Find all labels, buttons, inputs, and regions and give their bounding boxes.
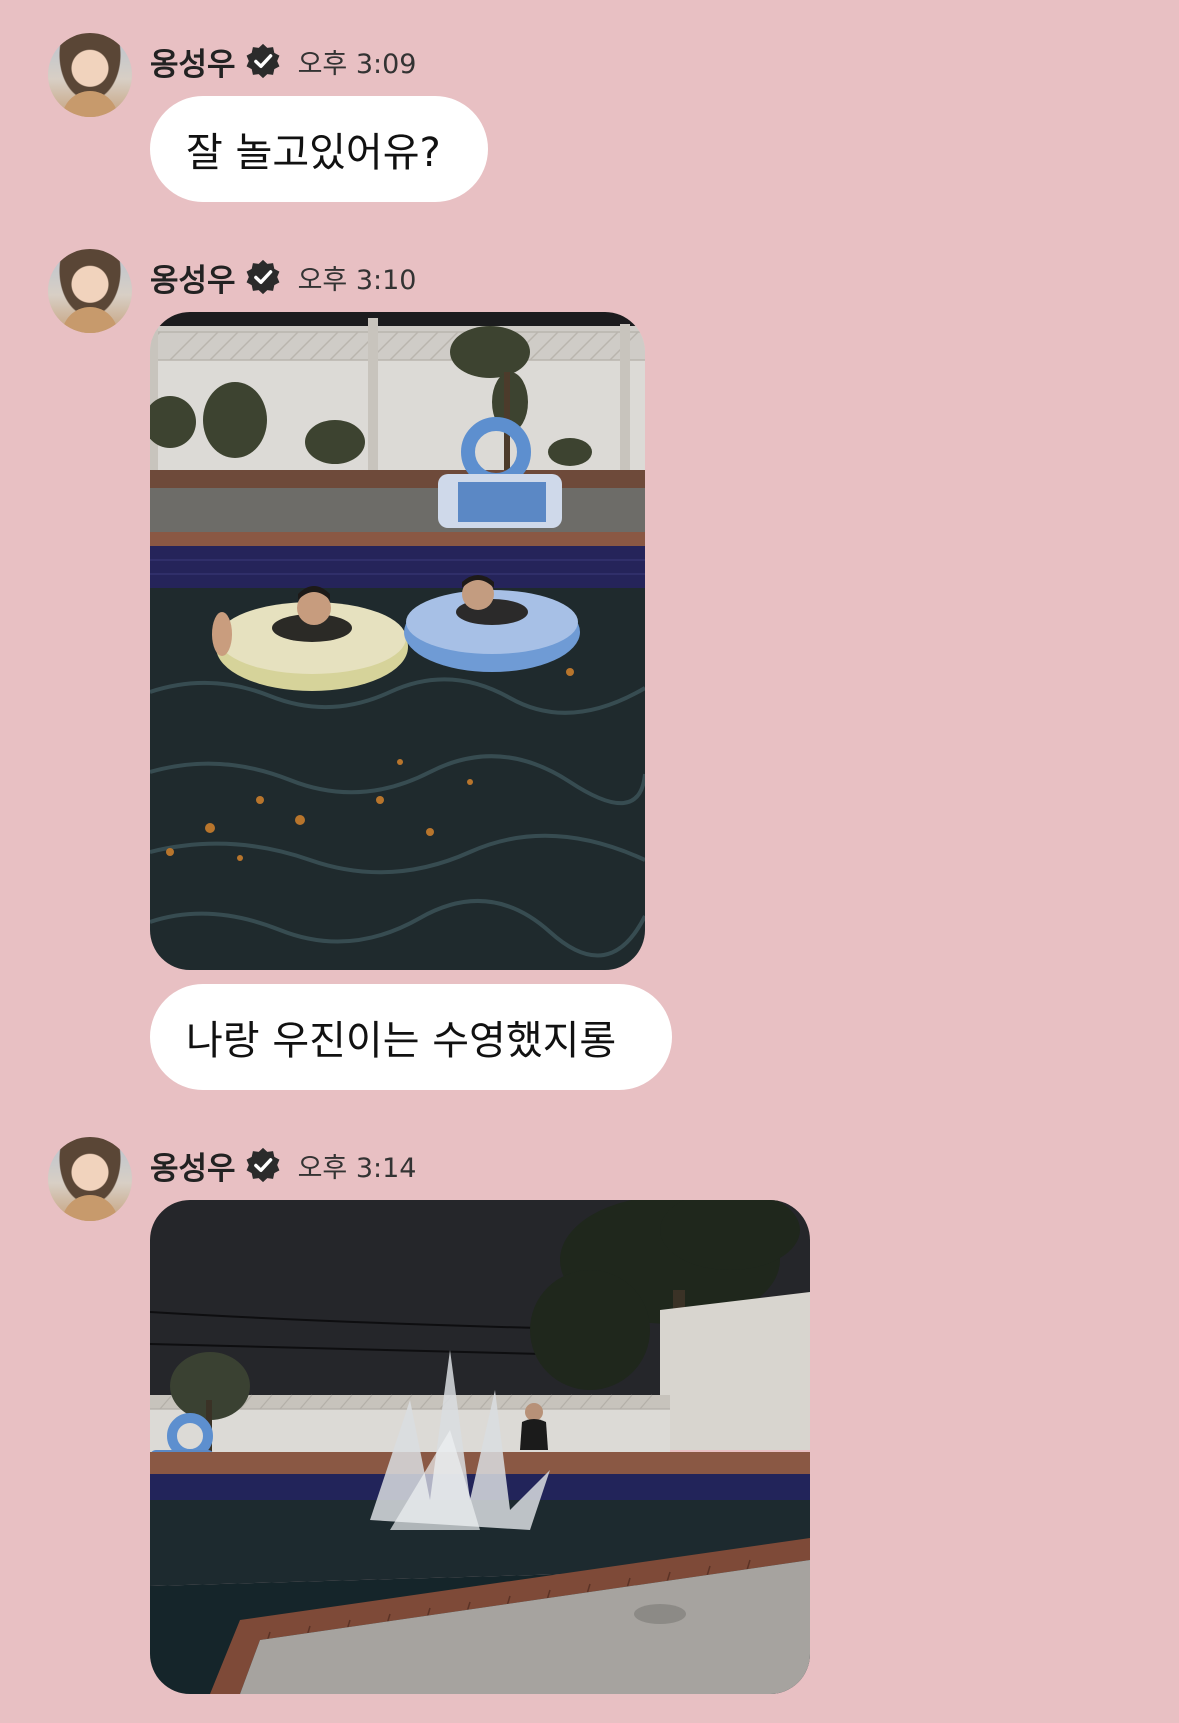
- message-bubble[interactable]: 나랑 우진이는 수영했지롱: [150, 984, 672, 1090]
- message-header: 옹성우 오후 3:10: [150, 251, 416, 303]
- photo-pool-floats[interactable]: [150, 312, 645, 970]
- sender-avatar[interactable]: [48, 249, 132, 333]
- sender-name[interactable]: 옹성우: [150, 255, 236, 300]
- verified-badge-icon: [246, 1147, 279, 1183]
- sender-name[interactable]: 옹성우: [150, 1143, 236, 1188]
- photo-pool-splash[interactable]: [150, 1200, 810, 1694]
- sender-name[interactable]: 옹성우: [150, 39, 236, 84]
- message-bubble[interactable]: 잘 놀고있어유?: [150, 96, 488, 202]
- message-time: 오후 3:14: [297, 1152, 417, 1184]
- message-header: 옹성우 오후 3:14: [150, 1139, 416, 1191]
- sender-avatar[interactable]: [48, 33, 132, 117]
- message-header: 옹성우 오후 3:09: [150, 35, 416, 87]
- verified-badge-icon: [246, 43, 279, 79]
- verified-badge-icon: [246, 259, 279, 295]
- message-time: 오후 3:10: [297, 264, 417, 296]
- message-time: 오후 3:09: [297, 48, 417, 80]
- sender-avatar[interactable]: [48, 1137, 132, 1221]
